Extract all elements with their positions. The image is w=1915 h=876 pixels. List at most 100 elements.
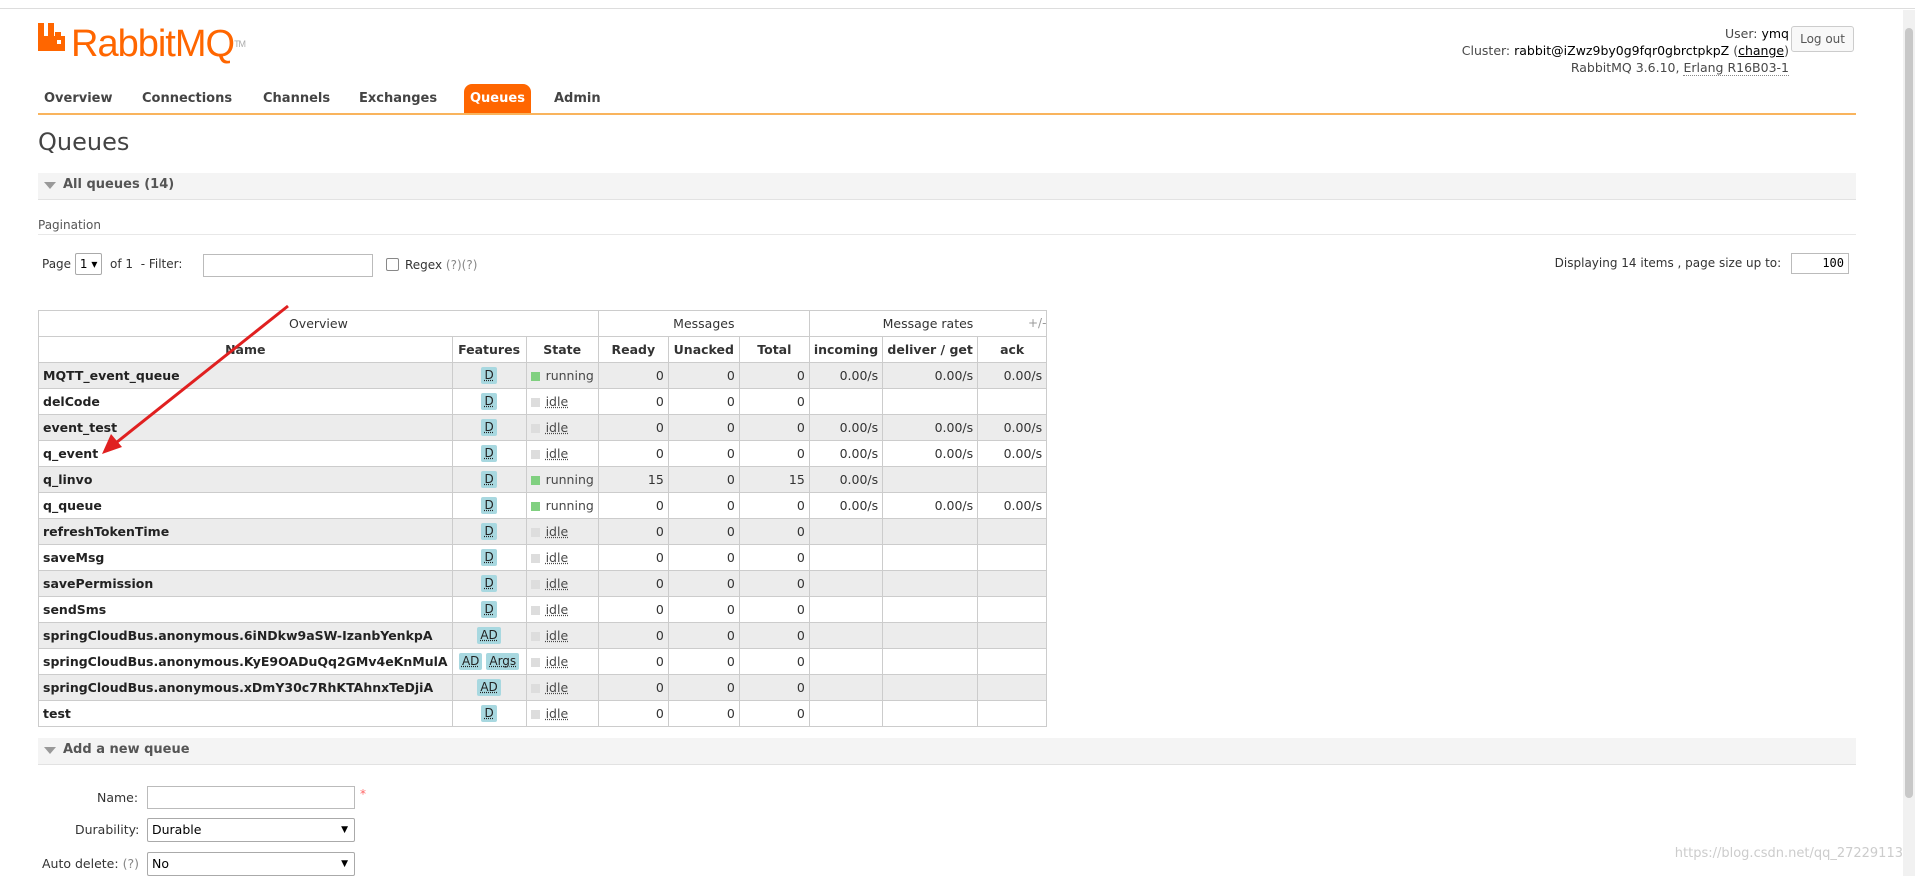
vertical-scrollbar[interactable]	[1903, 10, 1915, 876]
ready-cell: 0	[597, 700, 669, 727]
ready-cell: 0	[597, 570, 669, 597]
state-label: idle	[545, 706, 569, 721]
auto-delete-select[interactable]: No ▼	[147, 852, 355, 876]
table-row[interactable]: sendSms Didle 0 0 0	[38, 596, 1048, 623]
page-size-input[interactable]: 100	[1791, 253, 1849, 274]
incoming-rate-cell: 0.00/s	[808, 414, 884, 441]
logout-button[interactable]: Log out	[1791, 26, 1854, 52]
table-row[interactable]: q_queue Drunning 0 0 0 0.00/s 0.00/s 0.00/s	[38, 492, 1048, 519]
table-row[interactable]: savePermission Didle 0 0 0	[38, 570, 1048, 597]
feature-badge[interactable]: D	[481, 523, 497, 540]
tab-exchanges[interactable]: Exchanges	[353, 84, 443, 113]
ack-rate-cell	[977, 544, 1048, 571]
state-cell: idle	[525, 518, 599, 545]
unacked-cell: 0	[667, 388, 740, 415]
feature-badge[interactable]: D	[481, 367, 497, 384]
state-indicator-icon	[530, 424, 540, 433]
feature-badge[interactable]: Args	[486, 653, 520, 670]
columns-toggle[interactable]: +/-	[1028, 316, 1046, 330]
queue-name-input[interactable]	[147, 786, 355, 809]
queue-name-link[interactable]: saveMsg	[38, 544, 453, 571]
feature-badge[interactable]: AD	[458, 653, 483, 670]
tab-channels[interactable]: Channels	[257, 84, 336, 113]
feature-badge[interactable]: D	[481, 549, 497, 566]
regex-checkbox[interactable]	[386, 258, 399, 271]
table-row[interactable]: q_linvo Drunning 15 0 15 0.00/s	[38, 466, 1048, 493]
features-cell: D	[451, 466, 527, 493]
table-row[interactable]: test Didle 0 0 0	[38, 700, 1048, 727]
table-row[interactable]: refreshTokenTime Didle 0 0 0	[38, 518, 1048, 545]
queue-name-link[interactable]: springCloudBus.anonymous.6iNDkw9aSW-Izan…	[38, 622, 453, 649]
state-cell: idle	[525, 440, 599, 467]
tab-admin[interactable]: Admin	[548, 84, 607, 113]
feature-badge[interactable]: D	[481, 471, 497, 488]
queue-name-link[interactable]: test	[38, 700, 453, 727]
col-header-unacked[interactable]: Unacked	[667, 336, 740, 363]
login-info: User: ymq Cluster: rabbit@iZwz9by0g9fqr0…	[1461, 26, 1789, 76]
queue-name-link[interactable]: sendSms	[38, 596, 453, 623]
regex-help-links[interactable]: (?)(?)	[446, 258, 477, 272]
state-cell: idle	[525, 570, 599, 597]
unacked-cell: 0	[667, 466, 740, 493]
table-row[interactable]: springCloudBus.anonymous.KyE9OADuQq2GMv4…	[38, 648, 1048, 675]
add-queue-title: Add a new queue	[63, 742, 190, 757]
state-cell: idle	[525, 596, 599, 623]
queue-name-link[interactable]: q_queue	[38, 492, 453, 519]
incoming-rate-cell	[808, 700, 884, 727]
col-header-ack[interactable]: ack	[977, 336, 1048, 363]
feature-badge[interactable]: AD	[477, 627, 501, 644]
pagination-divider	[38, 234, 1856, 235]
col-header-incoming[interactable]: incoming	[808, 336, 884, 363]
filter-input[interactable]	[203, 254, 373, 277]
col-header-features[interactable]: Features	[451, 336, 527, 363]
page-select[interactable]: 1 ▾	[74, 253, 103, 275]
feature-badge[interactable]: D	[481, 419, 497, 436]
dropdown-arrow-icon: ▼	[341, 859, 348, 869]
state-label: running	[545, 498, 594, 513]
filter-label: - Filter:	[140, 257, 183, 271]
feature-badge[interactable]: AD	[477, 679, 501, 696]
features-cell: D	[451, 544, 527, 571]
feature-badge[interactable]: D	[481, 575, 497, 592]
total-cell: 0	[738, 648, 810, 675]
add-queue-section-toggle[interactable]: Add a new queue	[38, 738, 1856, 765]
watermark: https://blog.csdn.net/qq_27229113	[1674, 846, 1903, 861]
state-cell: idle	[525, 648, 599, 675]
state-label: idle	[545, 420, 569, 435]
tab-overview[interactable]: Overview	[38, 84, 119, 113]
group-header-message-rates: Message rates	[808, 310, 1048, 337]
feature-badge[interactable]: D	[481, 497, 497, 514]
state-indicator-icon	[530, 632, 540, 641]
queue-name-link[interactable]: savePermission	[38, 570, 453, 597]
incoming-rate-cell	[808, 622, 884, 649]
queue-name-link[interactable]: q_linvo	[38, 466, 453, 493]
col-header-state[interactable]: State	[525, 336, 599, 363]
queue-name-link[interactable]: springCloudBus.anonymous.KyE9OADuQq2GMv4…	[38, 648, 453, 675]
feature-badge[interactable]: D	[481, 601, 497, 618]
table-row[interactable]: springCloudBus.anonymous.6iNDkw9aSW-Izan…	[38, 622, 1048, 649]
table-row[interactable]: springCloudBus.anonymous.xDmY30c7RhKTAhn…	[38, 674, 1048, 701]
all-queues-section-toggle[interactable]: All queues (14)	[38, 173, 1856, 200]
col-header-total[interactable]: Total	[738, 336, 810, 363]
col-header-deliver-get[interactable]: deliver / get	[882, 336, 979, 363]
ready-cell: 0	[597, 648, 669, 675]
change-cluster-link[interactable]: change	[1738, 43, 1784, 58]
col-header-ready[interactable]: Ready	[597, 336, 669, 363]
name-label: Name:	[97, 790, 139, 805]
auto-delete-help[interactable]: (?)	[123, 856, 139, 871]
all-queues-title: All queues (14)	[63, 177, 175, 192]
table-row[interactable]: saveMsg Didle 0 0 0	[38, 544, 1048, 571]
feature-badge[interactable]: D	[481, 445, 497, 462]
feature-badge[interactable]: D	[481, 393, 497, 410]
durability-select[interactable]: Durable ▼	[147, 818, 355, 842]
state-label: running	[545, 368, 594, 383]
cluster-name: rabbit@iZwz9by0g9fqr0gbrctpkpZ	[1514, 43, 1730, 58]
total-cell: 0	[738, 700, 810, 727]
feature-badge[interactable]: D	[481, 705, 497, 722]
user-label: User:	[1725, 26, 1758, 41]
scrollbar-thumb[interactable]	[1905, 28, 1913, 798]
tab-connections[interactable]: Connections	[136, 84, 238, 113]
tab-queues[interactable]: Queues	[464, 84, 531, 113]
queue-name-link[interactable]: springCloudBus.anonymous.xDmY30c7RhKTAhn…	[38, 674, 453, 701]
queue-name-link[interactable]: refreshTokenTime	[38, 518, 453, 545]
